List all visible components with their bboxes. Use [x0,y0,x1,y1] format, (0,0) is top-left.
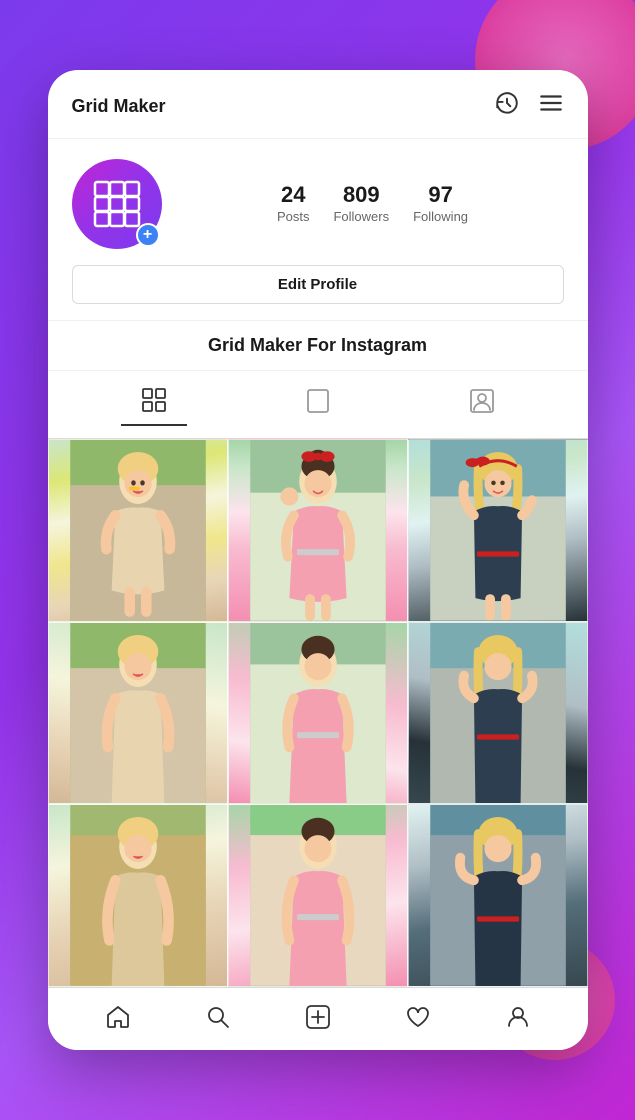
person-tab[interactable] [449,384,515,425]
portrait-tab[interactable] [285,384,351,425]
tabs-section [48,371,588,439]
photo-5 [229,623,407,804]
header-icons [494,90,564,122]
photo-grid-section [48,439,588,987]
grid-cell-3[interactable] [408,439,588,622]
grid-cell-9[interactable] [408,804,588,987]
grid-cell-6[interactable] [408,622,588,805]
profile-top: + 24 Posts 809 Followers 97 Following [72,159,564,249]
photo-8 [229,805,407,986]
phone-container: Grid Maker [48,70,588,1050]
username-section: Grid Maker For Instagram [48,321,588,371]
profile-section: + 24 Posts 809 Followers 97 Following Ed… [48,139,588,321]
followers-label: Followers [333,209,389,224]
bottom-nav [48,987,588,1050]
add-nav-button[interactable] [305,1004,331,1030]
heart-nav-button[interactable] [405,1004,431,1030]
search-nav-button[interactable] [205,1004,231,1030]
add-photo-button[interactable]: + [136,223,160,247]
grid-tab[interactable] [121,383,187,426]
photo-3 [409,440,587,621]
avatar-wrapper: + [72,159,162,249]
following-label: Following [413,209,468,224]
posts-label: Posts [277,209,310,224]
grid-cell-2[interactable] [228,439,408,622]
followers-count: 809 [333,182,389,208]
photo-2 [229,440,407,621]
grid-cell-7[interactable] [48,804,228,987]
profile-stats: 24 Posts 809 Followers 97 Following [182,182,564,226]
grid-cell-8[interactable] [228,804,408,987]
posts-stat: 24 Posts [277,182,310,226]
history-icon[interactable] [494,90,520,122]
grid-cell-5[interactable] [228,622,408,805]
followers-stat: 809 Followers [333,182,389,226]
header: Grid Maker [48,70,588,139]
grid-cell-1[interactable] [48,439,228,622]
username-text: Grid Maker For Instagram [208,335,427,355]
home-nav-button[interactable] [105,1004,131,1030]
edit-profile-button[interactable]: Edit Profile [72,265,564,304]
photo-1 [49,440,227,621]
photo-grid [48,439,588,987]
following-stat: 97 Following [413,182,468,226]
following-count: 97 [413,182,468,208]
menu-icon[interactable] [538,90,564,122]
app-title: Grid Maker [72,96,166,117]
posts-count: 24 [277,182,310,208]
photo-7 [49,805,227,986]
photo-4 [49,623,227,804]
photo-9 [409,805,587,986]
grid-cell-4[interactable] [48,622,228,805]
profile-nav-button[interactable] [505,1004,531,1030]
grid-icon [91,178,143,230]
photo-6 [409,623,587,804]
